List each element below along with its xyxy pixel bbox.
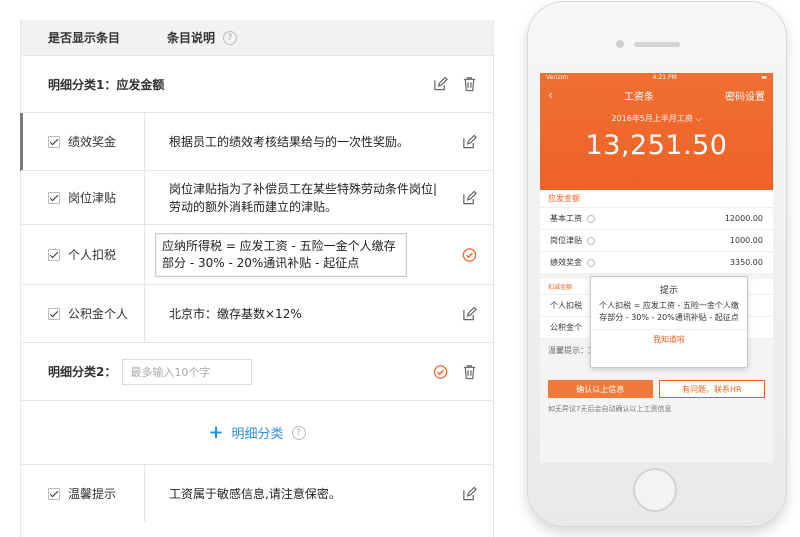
contact-hr-button[interactable]: 有问题，联系HR xyxy=(658,380,765,398)
header-desc-label: 条目说明 xyxy=(167,31,216,45)
category-1-row: 明细分类1：应发金额 xyxy=(21,56,493,112)
show-checkbox[interactable] xyxy=(48,307,60,320)
description-textarea[interactable]: 应纳所得税 = 应发工资 - 五险一金个人缴存部分 - 30% - 20%通讯补… xyxy=(155,232,407,277)
category-name-input[interactable]: 最多输入10个字 xyxy=(122,358,253,385)
help-icon[interactable]: ? xyxy=(223,30,238,45)
edit-icon[interactable] xyxy=(462,306,477,321)
item-name: 公积金个人 xyxy=(68,307,129,321)
header-show-column: 是否显示条目 xyxy=(48,31,121,45)
salary-header: Verizon 4:21 PM ▬ ‹ 工资条 密码设置 2016年5月上半月工… xyxy=(540,73,773,190)
tip-popup: 提示 个人扣税 = 应发工资 - 五险一金个人缴存部分 - 30% - 20%通… xyxy=(590,276,748,368)
table-header: 是否显示条目 条目说明 ? xyxy=(21,20,493,56)
carrier-text: Verizon xyxy=(546,74,569,81)
action-buttons: 确认以上信息 有问题，联系HR xyxy=(540,380,773,398)
speaker-slot xyxy=(634,42,680,47)
category-2-title: 明细分类2： xyxy=(48,365,117,379)
status-bar: Verizon 4:21 PM ▬ xyxy=(540,73,773,83)
item-value: 12000.00 xyxy=(724,214,763,223)
battery-icon: ▬ xyxy=(761,74,767,81)
show-checkbox[interactable] xyxy=(48,191,60,204)
confirm-check-icon[interactable] xyxy=(433,364,448,379)
item-label: 个人扣税 xyxy=(550,301,582,310)
delete-icon[interactable] xyxy=(462,364,477,379)
row-accent-bar xyxy=(20,113,23,171)
plus-icon: + xyxy=(208,422,224,443)
item-description: 岗位津贴指为了补偿员工在某些特殊劳动条件岗位|劳动的额外消耗而建立的津贴。 xyxy=(169,181,438,214)
item-label: 公积金个 xyxy=(550,323,582,332)
item-description: 根据员工的绩效考核结果给与的一次性奖励。 xyxy=(169,134,410,149)
salary-items-config-panel: 是否显示条目 条目说明 ? 明细分类1：应发金额 绩效奖金 根据员工的绩效考核结… xyxy=(20,20,494,537)
confirm-button[interactable]: 确认以上信息 xyxy=(548,380,653,398)
item-label: 绩效奖金 xyxy=(550,258,582,267)
popup-ok-button[interactable]: 我知道啦 xyxy=(591,329,747,345)
help-icon[interactable]: ? xyxy=(291,425,306,440)
edit-icon[interactable] xyxy=(462,486,477,501)
category-1-title: 明细分类1：应发金额 xyxy=(48,77,165,92)
list-item: 岗位津贴 1000.00 xyxy=(540,230,773,252)
help-icon[interactable] xyxy=(587,258,595,267)
table-row: 绩效奖金 根据员工的绩效考核结果给与的一次性奖励。 xyxy=(20,112,493,171)
period-text: 2016年5月上半月工资 xyxy=(611,114,693,123)
net-amount: 13,251.50 xyxy=(585,130,728,161)
table-row: 个人扣税 应纳所得税 = 应发工资 - 五险一金个人缴存部分 - 30% - 2… xyxy=(21,224,493,284)
add-category-label: 明细分类 xyxy=(231,427,284,442)
show-checkbox[interactable] xyxy=(48,135,60,148)
item-name: 绩效奖金 xyxy=(68,135,117,149)
back-icon[interactable]: ‹ xyxy=(548,88,553,102)
item-value: 1000.00 xyxy=(729,236,763,245)
add-category-button[interactable]: + 明细分类 ? xyxy=(21,400,493,464)
password-settings-link[interactable]: 密码设置 xyxy=(725,88,765,103)
confirm-check-icon[interactable] xyxy=(462,247,477,262)
popup-title: 提示 xyxy=(659,286,678,296)
edit-icon[interactable] xyxy=(462,190,477,205)
category-2-row: 明细分类2： 最多输入10个字 xyxy=(21,342,493,400)
list-item: 基本工资 12000.00 xyxy=(540,208,773,230)
help-icon[interactable] xyxy=(587,236,595,245)
item-name: 岗位津贴 xyxy=(68,191,117,205)
nav-bar: ‹ 工资条 密码设置 xyxy=(540,83,773,107)
item-value: 3350.00 xyxy=(729,258,763,267)
home-button[interactable] xyxy=(633,468,677,512)
show-checkbox[interactable] xyxy=(48,248,60,261)
edit-icon[interactable] xyxy=(462,134,477,149)
item-label: 岗位津贴 xyxy=(550,236,582,245)
popup-body: 个人扣税 = 应发工资 - 五险一金个人缴存部分 - 30% - 20%通讯补贴… xyxy=(599,301,739,322)
section-gross: 应发金额 xyxy=(540,190,773,208)
auto-confirm-note: 如无异议7天后会自动确认以上工资信息 xyxy=(548,405,672,413)
warm-tip-row: 温馨提示 工资属于敏感信息,请注意保密。 xyxy=(21,464,493,522)
chevron-down-icon: ⌵ xyxy=(695,114,702,123)
item-name: 个人扣税 xyxy=(68,248,117,262)
item-description: 北京市：缴存基数×12% xyxy=(169,306,302,321)
table-row: 岗位津贴 岗位津贴指为了补偿员工在某些特殊劳动条件岗位|劳动的额外消耗而建立的津… xyxy=(21,170,493,224)
period-selector[interactable]: 2016年5月上半月工资 ⌵ xyxy=(540,113,773,124)
table-row: 公积金个人 北京市：缴存基数×12% xyxy=(21,284,493,342)
stage: 是否显示条目 条目说明 ? 明细分类1：应发金额 绩效奖金 根据员工的绩效考核结… xyxy=(0,0,800,537)
edit-icon[interactable] xyxy=(433,76,448,92)
item-name: 温馨提示 xyxy=(68,487,117,501)
show-checkbox[interactable] xyxy=(48,487,60,500)
header-desc-column: 条目说明 ? xyxy=(141,29,238,46)
item-description: 工资属于敏感信息,请注意保密。 xyxy=(169,486,341,501)
phone-screen: Verizon 4:21 PM ▬ ‹ 工资条 密码设置 2016年5月上半月工… xyxy=(540,73,773,463)
nav-title: 工资条 xyxy=(623,91,654,103)
help-icon[interactable] xyxy=(587,214,595,223)
item-label: 基本工资 xyxy=(550,214,582,223)
list-item: 绩效奖金 3350.00 xyxy=(540,252,773,274)
status-time: 4:21 PM xyxy=(652,74,677,81)
camera-dot xyxy=(616,40,624,48)
phone-mockup: Verizon 4:21 PM ▬ ‹ 工资条 密码设置 2016年5月上半月工… xyxy=(528,2,786,526)
delete-icon[interactable] xyxy=(462,77,477,92)
